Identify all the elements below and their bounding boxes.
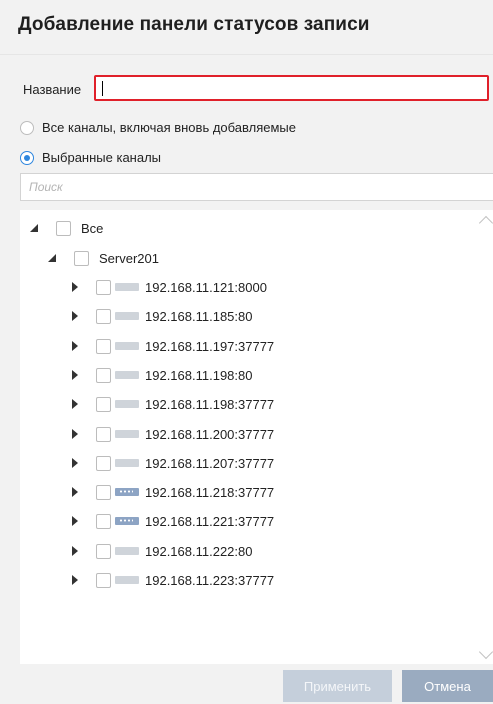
camera-icon xyxy=(115,283,139,291)
tree-node-device-checkbox[interactable] xyxy=(96,338,111,354)
radio-button-checked-icon[interactable] xyxy=(20,150,34,165)
camera-icon xyxy=(115,430,139,438)
collapsed-arrow-icon[interactable] xyxy=(68,309,82,323)
camera-icon xyxy=(115,459,139,467)
tree-node-device-label: 192.168.11.207:37777 xyxy=(145,455,275,471)
collapsed-arrow-icon[interactable] xyxy=(68,368,82,382)
tree-node-device-label: 192.168.11.222:80 xyxy=(145,543,253,559)
tree-node-server-checkbox[interactable] xyxy=(74,250,89,266)
radio-button-unchecked-icon[interactable] xyxy=(20,120,34,135)
radio-selected-channels-label: Выбранные каналы xyxy=(42,150,162,165)
tree-node-device-checkbox[interactable] xyxy=(96,308,111,324)
search-input[interactable] xyxy=(20,173,493,201)
nvr-icon xyxy=(115,488,139,496)
tree-node-device-label: 192.168.11.223:37777 xyxy=(145,572,275,588)
tree-node-device-checkbox[interactable] xyxy=(96,543,111,559)
camera-icon xyxy=(115,547,139,555)
tree-node-device[interactable]: 192.168.11.198:37777 xyxy=(68,392,274,416)
collapsed-arrow-icon[interactable] xyxy=(68,573,82,587)
apply-button[interactable]: Применить xyxy=(283,670,392,702)
tree-node-device-label: 192.168.11.185:80 xyxy=(145,308,253,324)
text-caret xyxy=(102,81,103,96)
tree-node-device-label: 192.168.11.121:8000 xyxy=(145,279,267,295)
collapsed-arrow-icon[interactable] xyxy=(68,397,82,411)
tree-node-device-label: 192.168.11.218:37777 xyxy=(145,484,275,500)
scroll-up-arrow-icon[interactable] xyxy=(476,210,493,230)
tree-node-device[interactable]: 192.168.11.200:37777 xyxy=(68,422,274,446)
tree-node-device-label: 192.168.11.221:37777 xyxy=(145,513,275,529)
tree-node-all[interactable]: Все xyxy=(28,216,103,240)
tree-node-device-label: 192.168.11.197:37777 xyxy=(145,338,275,354)
tree-node-all-label: Все xyxy=(81,220,104,236)
tree-node-device[interactable]: 192.168.11.185:80 xyxy=(68,304,252,328)
tree-node-device-label: 192.168.11.198:80 xyxy=(145,367,253,383)
tree-node-device[interactable]: 192.168.11.221:37777 xyxy=(68,509,274,533)
tree-node-device-checkbox[interactable] xyxy=(96,572,111,588)
tree-node-device[interactable]: 192.168.11.223:37777 xyxy=(68,568,274,592)
collapsed-arrow-icon[interactable] xyxy=(68,456,82,470)
collapsed-arrow-icon[interactable] xyxy=(68,485,82,499)
camera-icon xyxy=(115,576,139,584)
tree-node-device[interactable]: 192.168.11.222:80 xyxy=(68,539,252,563)
expanded-arrow-icon[interactable] xyxy=(46,251,60,265)
radio-selected-channels[interactable]: Выбранные каналы xyxy=(20,150,161,165)
cancel-button[interactable]: Отмена xyxy=(402,670,493,702)
name-input[interactable] xyxy=(94,75,489,101)
add-record-status-panel-dialog: Добавление панели статусов записи Назван… xyxy=(0,0,493,704)
collapsed-arrow-icon[interactable] xyxy=(68,280,82,294)
channel-tree: Все Server201 192.168.11.121:8000 192.168… xyxy=(20,210,493,664)
dialog-title: Добавление панели статусов записи xyxy=(18,14,370,35)
tree-node-device-checkbox[interactable] xyxy=(96,279,111,295)
nvr-icon xyxy=(115,517,139,525)
tree-node-server[interactable]: Server201 xyxy=(46,246,159,270)
camera-icon xyxy=(115,342,139,350)
tree-node-device-checkbox[interactable] xyxy=(96,396,111,412)
tree-node-server-label: Server201 xyxy=(99,250,159,266)
tree-node-device-label: 192.168.11.198:37777 xyxy=(145,396,275,412)
name-label: Название xyxy=(23,82,82,97)
tree-node-device-label: 192.168.11.200:37777 xyxy=(145,426,275,442)
tree-node-device-checkbox[interactable] xyxy=(96,484,111,500)
tree-node-device[interactable]: 192.168.11.218:37777 xyxy=(68,480,274,504)
tree-node-device-checkbox[interactable] xyxy=(96,426,111,442)
collapsed-arrow-icon[interactable] xyxy=(68,514,82,528)
collapsed-arrow-icon[interactable] xyxy=(68,339,82,353)
tree-node-device[interactable]: 192.168.11.198:80 xyxy=(68,363,252,387)
tree-node-device[interactable]: 192.168.11.207:37777 xyxy=(68,451,274,475)
camera-icon xyxy=(115,312,139,320)
radio-all-channels-label: Все каналы, включая вновь добавляемые xyxy=(42,120,296,135)
camera-icon xyxy=(115,400,139,408)
scroll-down-arrow-icon[interactable] xyxy=(476,644,493,664)
camera-icon xyxy=(115,371,139,379)
radio-all-channels[interactable]: Все каналы, включая вновь добавляемые xyxy=(20,120,296,135)
tree-node-device-checkbox[interactable] xyxy=(96,455,111,471)
tree-node-device-checkbox[interactable] xyxy=(96,513,111,529)
collapsed-arrow-icon[interactable] xyxy=(68,427,82,441)
tree-node-device[interactable]: 192.168.11.197:37777 xyxy=(68,334,274,358)
tree-node-device-checkbox[interactable] xyxy=(96,367,111,383)
tree-node-all-checkbox[interactable] xyxy=(56,220,71,236)
tree-node-device[interactable]: 192.168.11.121:8000 xyxy=(68,275,267,299)
collapsed-arrow-icon[interactable] xyxy=(68,544,82,558)
expanded-arrow-icon[interactable] xyxy=(28,221,42,235)
title-divider xyxy=(0,54,493,55)
